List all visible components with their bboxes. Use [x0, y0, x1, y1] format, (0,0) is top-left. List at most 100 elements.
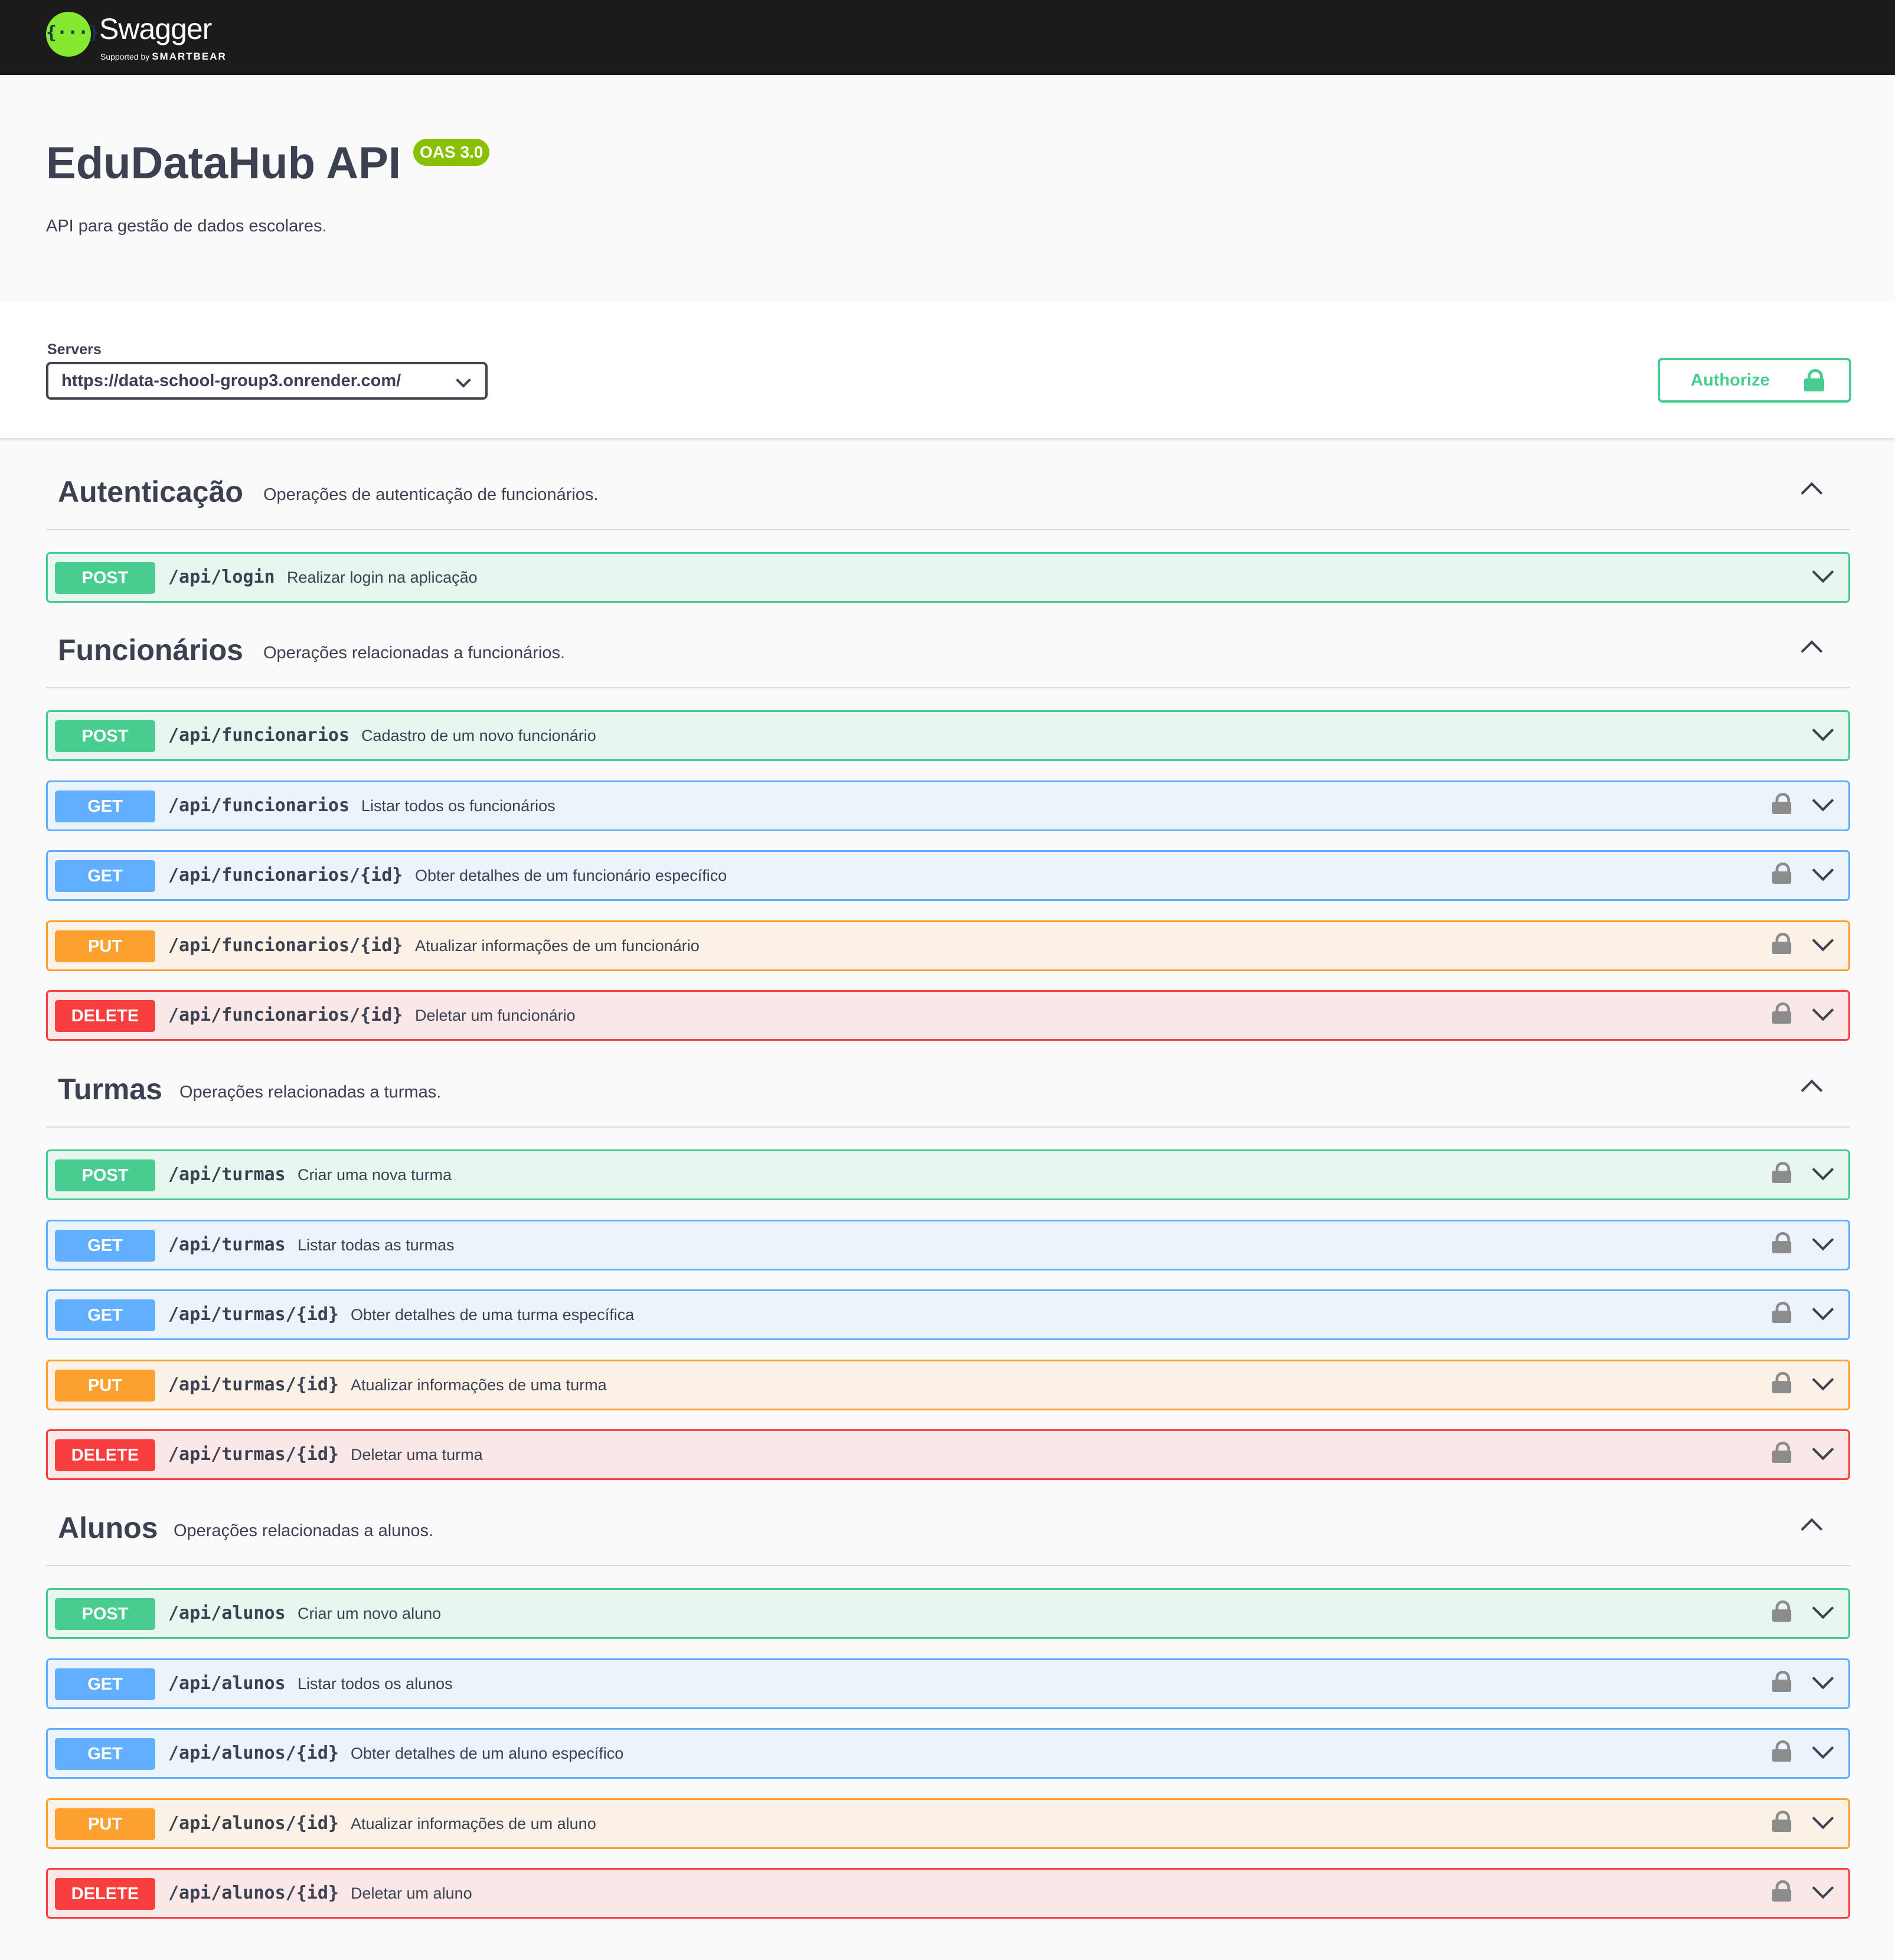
chevron-down-icon[interactable] — [1812, 1597, 1834, 1619]
opblock-put[interactable]: PUT/api/funcionarios/{id} Atualizar infor… — [46, 920, 1850, 971]
chevron-down-icon[interactable] — [1812, 1667, 1834, 1690]
servers-selected-value: https://data-school-group3.onrender.com/ — [61, 371, 401, 390]
chevron-up-icon[interactable] — [1801, 640, 1823, 662]
operation-summary: Deletar uma turma — [351, 1446, 483, 1464]
lock-icon[interactable] — [1772, 1880, 1792, 1902]
lock-icon[interactable] — [1772, 1670, 1792, 1692]
chevron-up-icon[interactable] — [1801, 1079, 1823, 1102]
opblock-post[interactable]: POST/api/turmas Criar uma nova turma — [46, 1149, 1850, 1200]
chevron-up-icon[interactable] — [1801, 1518, 1823, 1540]
opblock-delete[interactable]: DELETE/api/alunos/{id} Deletar um aluno — [46, 1868, 1850, 1919]
opblock-put[interactable]: PUT/api/turmas/{id} Atualizar informações… — [46, 1360, 1850, 1410]
method-badge: DELETE — [55, 1878, 155, 1910]
operation-path: /api/alunos — [168, 1673, 286, 1694]
opblock-post[interactable]: POST/api/login Realizar login na aplicaçã… — [46, 552, 1850, 603]
chevron-down-icon[interactable] — [1812, 1737, 1834, 1759]
opblock-get[interactable]: GET/api/turmas/{id} Obter detalhes de uma… — [46, 1289, 1850, 1340]
chevron-down-icon[interactable] — [1812, 1438, 1834, 1461]
operation-summary: Criar uma nova turma — [298, 1166, 452, 1184]
logo-icon-glyph: {···} — [46, 22, 100, 43]
opblock-delete[interactable]: DELETE/api/funcionarios/{id} Deletar um f… — [46, 990, 1850, 1041]
method-badge: GET — [55, 1299, 155, 1331]
chevron-down-icon[interactable] — [1812, 1229, 1834, 1251]
operation-summary: Listar todas as turmas — [298, 1236, 455, 1254]
swagger-logo-icon[interactable]: {···} — [46, 12, 100, 57]
operation-summary: Atualizar informações de um aluno — [351, 1815, 596, 1832]
method-badge: GET — [55, 1738, 155, 1770]
operation-path: /api/turmas/{id} — [168, 1444, 339, 1465]
chevron-down-icon[interactable] — [1812, 859, 1834, 881]
chevron-down-icon[interactable] — [1812, 561, 1834, 583]
operation-path: /api/funcionarios/{id} — [168, 865, 403, 886]
lock-icon[interactable] — [1772, 1441, 1792, 1463]
lock-icon[interactable] — [1772, 1231, 1792, 1253]
operation-summary: Deletar um aluno — [351, 1884, 472, 1902]
operation-path: /api/alunos/{id} — [168, 1743, 339, 1763]
servers-label: Servers — [47, 341, 102, 358]
operation-path: /api/turmas/{id} — [168, 1304, 339, 1325]
lock-icon[interactable] — [1772, 1810, 1792, 1832]
swagger-logo-text[interactable]: Swagger — [99, 12, 212, 46]
opblock-post[interactable]: POST/api/funcionarios Cadastro de um novo… — [46, 710, 1850, 761]
opblock-put[interactable]: PUT/api/alunos/{id} Atualizar informações… — [46, 1798, 1850, 1849]
operation-summary: Cadastro de um novo funcionário — [361, 727, 596, 744]
operation-path: /api/funcionarios/{id} — [168, 935, 403, 956]
opblock-get[interactable]: GET/api/turmas Listar todas as turmas — [46, 1220, 1850, 1270]
tag-section-header[interactable]: Autenticação Operações de autenticação de… — [46, 459, 1850, 530]
chevron-down-icon[interactable] — [1812, 719, 1834, 741]
method-badge: DELETE — [55, 1000, 155, 1032]
method-badge: POST — [55, 1159, 155, 1191]
lock-icon[interactable] — [1772, 932, 1792, 954]
tag-name: Autenticação — [58, 475, 243, 508]
tag-description: Operações relacionadas a alunos. — [174, 1521, 434, 1540]
tag-name: Funcionários — [58, 633, 243, 667]
lock-icon[interactable] — [1772, 792, 1792, 814]
lock-icon[interactable] — [1772, 1600, 1792, 1622]
api-description: API para gestão de dados escolares. — [46, 217, 327, 236]
method-badge: PUT — [55, 930, 155, 962]
operation-path: /api/alunos — [168, 1603, 286, 1623]
lock-icon[interactable] — [1772, 1371, 1792, 1393]
chevron-down-icon[interactable] — [1812, 1807, 1834, 1830]
operation-summary: Atualizar informações de um funcionário — [415, 937, 700, 955]
lock-icon[interactable] — [1772, 1740, 1792, 1762]
chevron-down-icon[interactable] — [1812, 1368, 1834, 1391]
lock-icon[interactable] — [1772, 1301, 1792, 1323]
chevron-down-icon[interactable] — [1812, 1877, 1834, 1899]
lock-icon[interactable] — [1772, 1002, 1792, 1024]
opblock-get[interactable]: GET/api/funcionarios/{id} Obter detalhes … — [46, 850, 1850, 901]
chevron-down-icon[interactable] — [1812, 1158, 1834, 1181]
chevron-up-icon[interactable] — [1801, 482, 1823, 504]
operation-path: /api/alunos/{id} — [168, 1883, 339, 1903]
authorize-label: Authorize — [1691, 371, 1770, 390]
method-badge: DELETE — [55, 1439, 155, 1471]
chevron-down-icon[interactable] — [1812, 929, 1834, 952]
operation-summary: Criar um novo aluno — [298, 1605, 442, 1622]
chevron-down-icon[interactable] — [1812, 1298, 1834, 1321]
authorize-button[interactable]: Authorize — [1658, 358, 1851, 403]
opblock-get[interactable]: GET/api/funcionarios Listar todos os func… — [46, 780, 1850, 831]
tag-description: Operações de autenticação de funcionário… — [263, 485, 599, 504]
tag-section-header[interactable]: Turmas Operações relacionadas a turmas. — [46, 1057, 1850, 1128]
method-badge: POST — [55, 1598, 155, 1630]
opblock-post[interactable]: POST/api/alunos Criar um novo aluno — [46, 1588, 1850, 1639]
operation-summary: Deletar um funcionário — [415, 1007, 576, 1024]
opblock-get[interactable]: GET/api/alunos Listar todos os alunos — [46, 1658, 1850, 1709]
operation-path: /api/turmas/{id} — [168, 1374, 339, 1395]
chevron-down-icon[interactable] — [1812, 789, 1834, 812]
operation-summary: Obter detalhes de um funcionário específ… — [415, 867, 727, 884]
method-badge: POST — [55, 562, 155, 594]
chevron-down-icon[interactable] — [1812, 999, 1834, 1021]
method-badge: POST — [55, 720, 155, 752]
lock-icon[interactable] — [1772, 1161, 1792, 1183]
operation-summary: Obter detalhes de um aluno específico — [351, 1745, 624, 1762]
lock-icon[interactable] — [1772, 862, 1792, 884]
tag-name: Alunos — [58, 1511, 158, 1544]
tag-section-header[interactable]: Alunos Operações relacionadas a alunos. — [46, 1495, 1850, 1566]
servers-select[interactable]: https://data-school-group3.onrender.com/ — [46, 362, 488, 400]
opblock-delete[interactable]: DELETE/api/turmas/{id} Deletar uma turma — [46, 1429, 1850, 1480]
tag-section-header[interactable]: Funcionários Operações relacionadas a fun… — [46, 618, 1850, 688]
operation-summary: Listar todos os alunos — [298, 1675, 453, 1693]
opblock-get[interactable]: GET/api/alunos/{id} Obter detalhes de um … — [46, 1728, 1850, 1779]
oas-version-badge: OAS 3.0 — [413, 139, 490, 166]
